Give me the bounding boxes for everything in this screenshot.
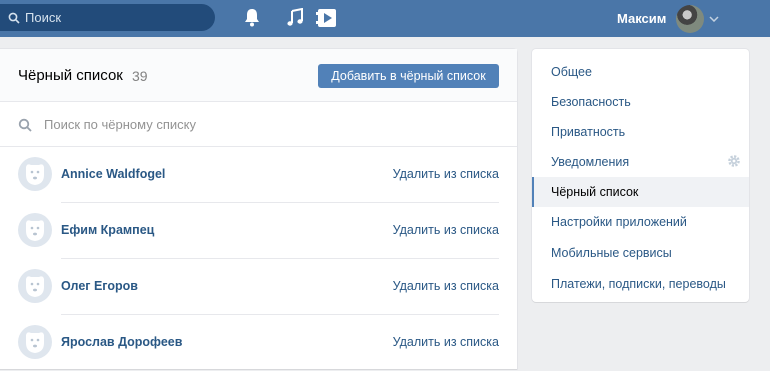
menu-item-label: Уведомления [551, 155, 630, 169]
global-search-input[interactable]: Поиск [0, 4, 215, 31]
blacklist-header: Чёрный список 39 Добавить в чёрный списо… [0, 49, 517, 102]
user-name: Максим [617, 11, 667, 26]
person-name[interactable]: Ярослав Дорофеев [61, 335, 182, 349]
avatar[interactable] [18, 269, 52, 303]
deactivated-dog-icon [26, 276, 44, 297]
menu-item-app-settings[interactable]: Настройки приложений [532, 207, 749, 237]
music-icon[interactable] [286, 8, 304, 28]
avatar[interactable] [18, 213, 52, 247]
blacklist-search-input[interactable]: Поиск по чёрному списку [0, 102, 517, 147]
bell-icon[interactable] [243, 8, 261, 28]
menu-item-mobile-services[interactable]: Мобильные сервисы [532, 238, 749, 268]
menu-item-label: Безопасность [551, 95, 631, 109]
menu-item-blacklist[interactable]: Чёрный список [532, 177, 749, 207]
menu-item-privacy[interactable]: Приватность [532, 117, 749, 147]
menu-item-security[interactable]: Безопасность [532, 87, 749, 117]
list-item: Annice Waldfogel Удалить из списка [0, 147, 517, 203]
user-menu[interactable]: Максим [617, 0, 719, 37]
add-to-blacklist-button[interactable]: Добавить в чёрный список [318, 64, 499, 88]
person-name[interactable]: Annice Waldfogel [61, 167, 165, 181]
menu-item-label: Общее [551, 65, 592, 79]
top-bar: Поиск Максим [0, 0, 770, 37]
remove-from-list-link[interactable]: Удалить из списка [393, 223, 499, 237]
chevron-down-icon [709, 15, 719, 22]
blacklist-search-placeholder: Поиск по чёрному списку [44, 117, 196, 132]
deactivated-dog-icon [26, 332, 44, 353]
page-title: Чёрный список [18, 67, 123, 84]
list-item: Олег Егоров Удалить из списка [0, 259, 517, 315]
menu-item-general[interactable]: Общее [532, 57, 749, 87]
video-icon[interactable] [316, 8, 338, 28]
menu-item-label: Настройки приложений [551, 215, 687, 229]
blacklist-count: 39 [132, 68, 148, 84]
deactivated-dog-icon [26, 164, 44, 185]
avatar[interactable] [18, 157, 52, 191]
menu-item-label: Приватность [551, 125, 626, 139]
person-name[interactable]: Ефим Крампец [61, 223, 154, 237]
list-item: Ефим Крампец Удалить из списка [0, 203, 517, 259]
remove-from-list-link[interactable]: Удалить из списка [393, 167, 499, 181]
menu-item-notifications[interactable]: Уведомления [532, 147, 749, 177]
search-icon [8, 12, 20, 24]
remove-from-list-link[interactable]: Удалить из списка [393, 279, 499, 293]
search-icon [18, 118, 32, 132]
blacklist-panel: Чёрный список 39 Добавить в чёрный списо… [0, 49, 517, 369]
person-name[interactable]: Олег Егоров [61, 279, 138, 293]
menu-item-label: Мобильные сервисы [551, 246, 672, 260]
gear-icon[interactable] [727, 154, 741, 168]
remove-from-list-link[interactable]: Удалить из списка [393, 335, 499, 349]
global-search-placeholder: Поиск [25, 10, 62, 25]
menu-item-payments[interactable]: Платежи, подписки, переводы [532, 269, 749, 299]
menu-item-label: Чёрный список [551, 185, 639, 199]
deactivated-dog-icon [26, 220, 44, 241]
menu-item-label: Платежи, подписки, переводы [551, 277, 726, 291]
avatar[interactable] [18, 325, 52, 359]
avatar [676, 4, 705, 33]
list-item: Ярослав Дорофеев Удалить из списка [0, 315, 517, 371]
settings-menu: Общее Безопасность Приватность Уведомлен… [532, 49, 749, 302]
